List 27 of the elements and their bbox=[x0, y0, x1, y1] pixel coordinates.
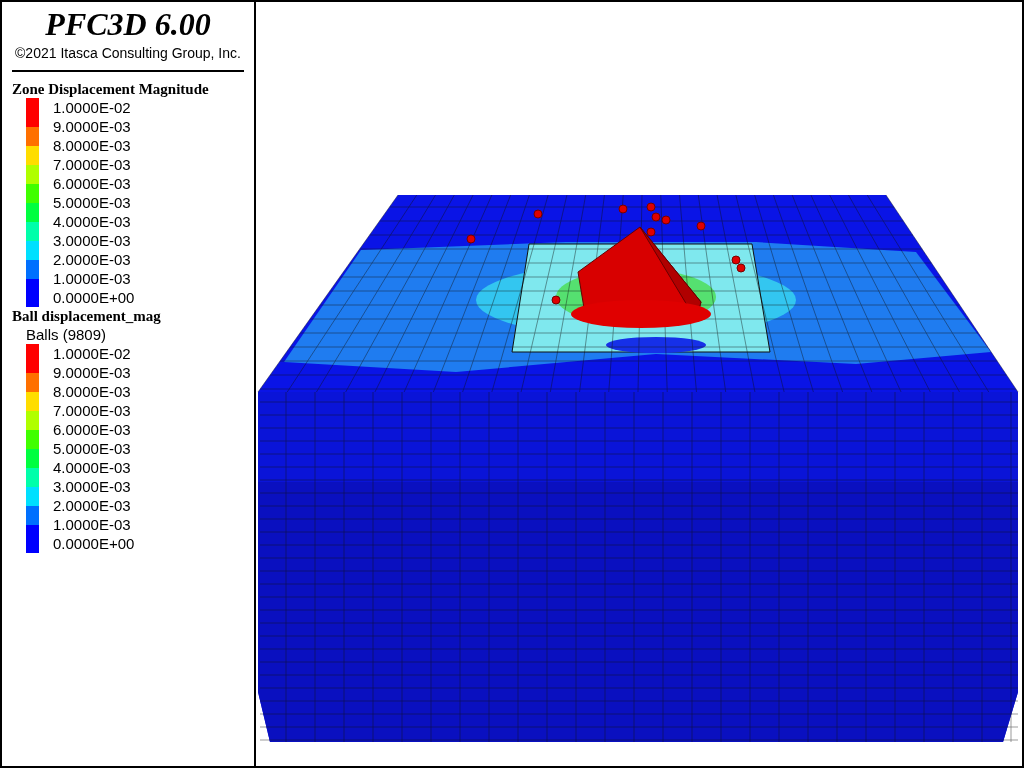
legend-value: 1.0000E-03 bbox=[53, 515, 132, 534]
legend-value: 0.0000E+00 bbox=[53, 288, 135, 307]
legend-value: 9.0000E-03 bbox=[53, 117, 132, 136]
app-title: PFC3D 6.00 bbox=[44, 6, 212, 42]
legend-value: 6.0000E-03 bbox=[53, 420, 132, 439]
legend-value: 8.0000E-03 bbox=[53, 382, 132, 401]
legend-value: 8.0000E-03 bbox=[53, 136, 132, 155]
legend-value: 7.0000E-03 bbox=[53, 155, 132, 174]
legend-subtitle: Balls (9809) bbox=[26, 325, 108, 344]
legend-value: 1.0000E-03 bbox=[53, 269, 132, 288]
legend-value: 6.0000E-03 bbox=[53, 174, 132, 193]
legend-value: 7.0000E-03 bbox=[53, 401, 132, 420]
legend-value: 1.0000E-02 bbox=[53, 344, 132, 363]
legend-value: 2.0000E-03 bbox=[53, 496, 132, 515]
copyright-text: ©2021 Itasca Consulting Group, Inc. bbox=[14, 44, 242, 62]
legend-value: 9.0000E-03 bbox=[53, 363, 132, 382]
legend-value: 2.0000E-03 bbox=[53, 250, 132, 269]
legend-value: 1.0000E-02 bbox=[53, 98, 132, 117]
legend-value: 3.0000E-03 bbox=[53, 477, 132, 496]
legend-title: Zone Displacement Magnitude bbox=[12, 80, 210, 98]
legend-value: 4.0000E-03 bbox=[53, 212, 132, 231]
legend-value: 5.0000E-03 bbox=[53, 439, 132, 458]
legend-value: 4.0000E-03 bbox=[53, 458, 132, 477]
legend-value: 3.0000E-03 bbox=[53, 231, 132, 250]
legend-value: 5.0000E-03 bbox=[53, 193, 132, 212]
legend-value: 0.0000E+00 bbox=[53, 534, 135, 553]
legend-title: Ball displacement_mag bbox=[12, 307, 162, 325]
